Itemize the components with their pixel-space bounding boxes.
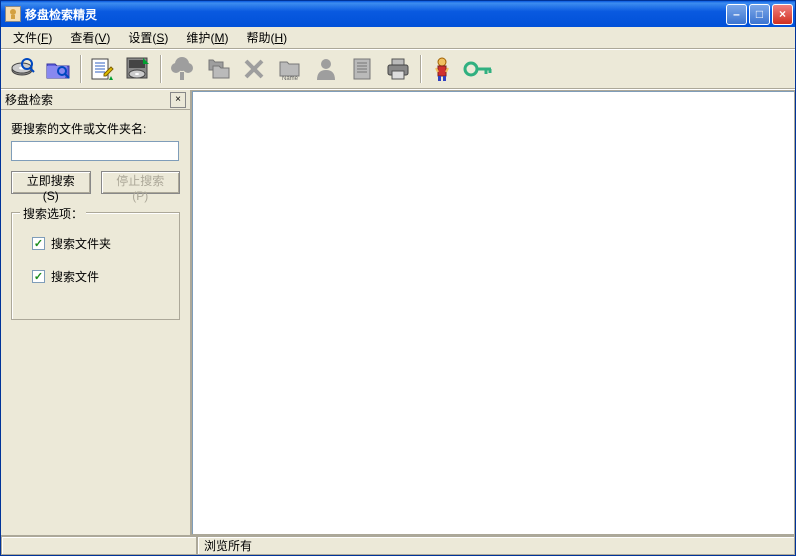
menu-view[interactable]: 查看(V) xyxy=(62,27,118,48)
menu-settings[interactable]: 设置(S) xyxy=(120,27,176,48)
minimize-button[interactable]: – xyxy=(726,4,747,25)
disc-save-icon[interactable] xyxy=(121,52,155,86)
checkbox-icon: ✓ xyxy=(32,270,45,283)
search-folder-icon[interactable] xyxy=(41,52,75,86)
button-row: 立即搜索(S) 停止搜索(P) xyxy=(11,171,180,194)
checkbox-label: 搜索文件 xyxy=(51,268,99,285)
checkbox-icon: ✓ xyxy=(32,237,45,250)
sidebar-tab: 移盘检索 × xyxy=(1,90,190,110)
menu-help[interactable]: 帮助(H) xyxy=(238,27,295,48)
close-button[interactable]: × xyxy=(772,4,793,25)
window: 移盘检索精灵 – □ × 文件(F) 查看(V) 设置(S) 维护(M) 帮助(… xyxy=(0,0,796,556)
status-right: 浏览所有 xyxy=(197,536,795,555)
window-controls: – □ × xyxy=(726,4,793,25)
menu-file[interactable]: 文件(F) xyxy=(5,27,60,48)
sidebar-close-button[interactable]: × xyxy=(170,92,186,108)
search-field-label: 要搜索的文件或文件夹名: xyxy=(11,120,180,137)
menubar: 文件(F) 查看(V) 设置(S) 维护(M) 帮助(H) xyxy=(1,27,795,49)
menu-maintain[interactable]: 维护(M) xyxy=(178,27,236,48)
checkbox-label: 搜索文件夹 xyxy=(51,235,111,252)
folder-stack-icon[interactable] xyxy=(201,52,235,86)
person-icon[interactable] xyxy=(425,52,459,86)
stop-button: 停止搜索(P) xyxy=(101,171,181,194)
tree-icon[interactable] xyxy=(165,52,199,86)
user-icon[interactable] xyxy=(309,52,343,86)
scan-disc-icon[interactable] xyxy=(5,52,39,86)
toolbar-sep xyxy=(417,52,423,86)
titlebar: 移盘检索精灵 – □ × xyxy=(1,1,795,27)
sidebar-body: 要搜索的文件或文件夹名: 立即搜索(S) 停止搜索(P) 搜索选项： ✓ 搜索文… xyxy=(1,110,190,330)
svg-text:Name: Name xyxy=(282,76,299,82)
print-icon[interactable] xyxy=(381,52,415,86)
client-area: 移盘检索 × 要搜索的文件或文件夹名: 立即搜索(S) 停止搜索(P) 搜索选项… xyxy=(1,89,795,535)
statusbar: 浏览所有 xyxy=(1,535,795,555)
list-edit-icon[interactable] xyxy=(85,52,119,86)
group-title: 搜索选项： xyxy=(20,205,86,222)
toolbar-sep xyxy=(77,52,83,86)
window-title: 移盘检索精灵 xyxy=(25,6,726,23)
toolbar: Name xyxy=(1,49,795,89)
main-content xyxy=(191,90,795,535)
app-icon xyxy=(5,6,21,22)
search-input[interactable] xyxy=(11,141,179,161)
checkbox-search-files[interactable]: ✓ 搜索文件 xyxy=(32,268,169,285)
status-left xyxy=(1,536,197,555)
maximize-button[interactable]: □ xyxy=(749,4,770,25)
search-options-group: 搜索选项： ✓ 搜索文件夹 ✓ 搜索文件 xyxy=(11,212,180,320)
search-button[interactable]: 立即搜索(S) xyxy=(11,171,91,194)
sidebar-tab-label: 移盘检索 xyxy=(5,91,170,108)
delete-icon[interactable] xyxy=(237,52,271,86)
sidebar: 移盘检索 × 要搜索的文件或文件夹名: 立即搜索(S) 停止搜索(P) 搜索选项… xyxy=(1,90,191,535)
checkbox-search-folders[interactable]: ✓ 搜索文件夹 xyxy=(32,235,169,252)
rename-icon[interactable]: Name xyxy=(273,52,307,86)
toolbar-sep xyxy=(157,52,163,86)
document-icon[interactable] xyxy=(345,52,379,86)
key-icon[interactable] xyxy=(461,52,495,86)
